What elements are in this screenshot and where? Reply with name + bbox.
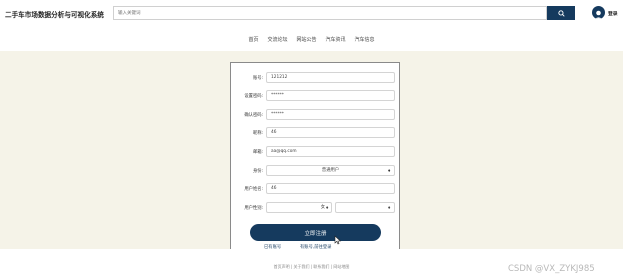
gender-secondary-select[interactable]: ♦ bbox=[335, 202, 395, 213]
identity-label: 身份: bbox=[252, 168, 263, 174]
account-row: 账号: 121212 bbox=[231, 72, 401, 83]
top-header: 二手车市场数据分析与可视化系统 登录 bbox=[0, 0, 623, 27]
username-input[interactable]: 46 bbox=[266, 183, 395, 194]
user-avatar-icon[interactable] bbox=[592, 6, 605, 19]
search-button[interactable] bbox=[547, 6, 575, 20]
confirm-password-input[interactable]: ****** bbox=[266, 109, 395, 120]
password-input[interactable]: ****** bbox=[266, 90, 395, 101]
nav-item-car-info[interactable]: 汽车信息 bbox=[355, 36, 375, 43]
confirm-password-row: 确认密码: ****** bbox=[231, 109, 401, 120]
gender-label: 用户性别: bbox=[244, 205, 263, 211]
email-input[interactable]: aa@qq.com bbox=[266, 146, 395, 157]
main-nav: 首页 交流论坛 网站公告 汽车资讯 汽车信息 bbox=[0, 27, 623, 51]
login-link[interactable]: 登录 bbox=[608, 10, 618, 17]
password-row: 设置密码: ****** bbox=[231, 90, 401, 101]
identity-row: 身份: 普通用户 ♦ bbox=[231, 165, 401, 176]
chevron-updown-icon: ♦ bbox=[387, 168, 391, 173]
nickname-label: 昵称: bbox=[252, 130, 263, 136]
register-card: 账号: 121212 设置密码: ****** 确认密码: ****** 昵称:… bbox=[230, 62, 400, 252]
main-content: 账号: 121212 设置密码: ****** 确认密码: ****** 昵称:… bbox=[0, 51, 623, 252]
username-row: 用户姓名: 46 bbox=[231, 183, 401, 194]
nav-item-announcement[interactable]: 网站公告 bbox=[296, 36, 316, 43]
username-label: 用户姓名: bbox=[244, 186, 263, 192]
nickname-row: 昵称: 46 bbox=[231, 127, 401, 138]
gender-select-value: 女 bbox=[320, 205, 325, 210]
email-label: 邮箱: bbox=[252, 149, 263, 155]
nav-item-car-news[interactable]: 汽车资讯 bbox=[326, 36, 346, 43]
search-input[interactable] bbox=[113, 6, 547, 20]
chevron-updown-icon: ♦ bbox=[387, 205, 391, 210]
gender-row: 用户性别: 女 ♦ ♦ bbox=[231, 202, 401, 213]
account-input[interactable]: 121212 bbox=[266, 72, 395, 83]
nickname-input[interactable]: 46 bbox=[266, 127, 395, 138]
watermark: CSDN @VX_ZYKJ985 bbox=[508, 264, 595, 274]
email-row: 邮箱: aa@qq.com bbox=[231, 146, 401, 157]
identity-select-value: 普通用户 bbox=[321, 168, 340, 173]
gender-select[interactable]: 女 ♦ bbox=[266, 202, 332, 213]
register-button[interactable]: 立即注册 bbox=[250, 224, 381, 241]
chevron-updown-icon: ♦ bbox=[325, 205, 329, 210]
account-label: 账号: bbox=[252, 75, 263, 81]
search-icon bbox=[557, 9, 565, 17]
nav-item-forum[interactable]: 交流论坛 bbox=[267, 36, 287, 43]
site-title: 二手车市场数据分析与可视化系统 bbox=[5, 11, 104, 19]
identity-select[interactable]: 普通用户 ♦ bbox=[266, 165, 395, 176]
nav-item-home[interactable]: 首页 bbox=[248, 36, 258, 43]
password-label: 设置密码: bbox=[244, 93, 263, 99]
confirm-password-label: 确认密码: bbox=[244, 112, 263, 118]
